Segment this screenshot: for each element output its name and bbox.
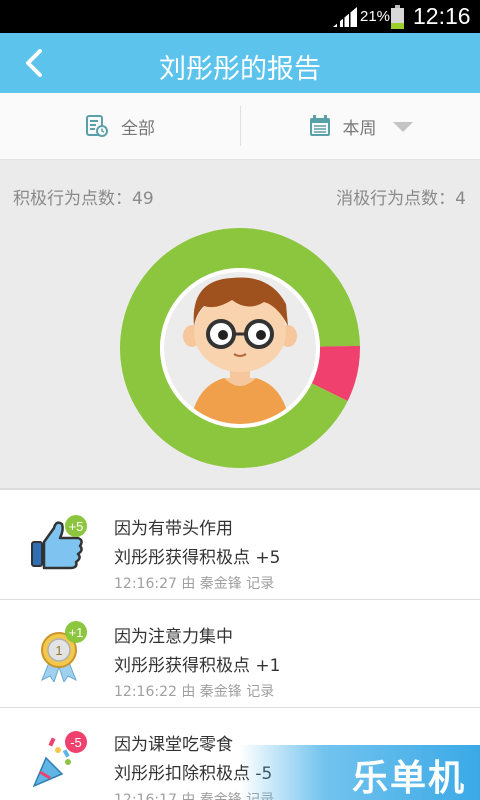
status-bar: 21% 12:16 [0, 0, 480, 33]
category-filter-label: 全部 [121, 118, 155, 139]
behavior-record[interactable]: 1 +1 因为注意力集中 刘彤彤获得积极点 +1 12:16:22 由 秦金锋 … [0, 600, 480, 708]
record-points: 刘彤彤获得积极点 +5 [114, 548, 281, 568]
medal-icon: 1 +1 [41, 621, 87, 682]
svg-text:-5: -5 [70, 735, 82, 750]
page-title: 刘彤彤的报告 [159, 54, 321, 85]
period-filter[interactable]: 本周 [241, 93, 480, 159]
svg-text:1: 1 [55, 643, 62, 658]
svg-text:+1: +1 [69, 625, 84, 640]
calendar-icon [309, 115, 330, 136]
negative-points-count: 消极行为点数：4 [336, 189, 466, 209]
battery-percent: 21% [360, 8, 391, 25]
positive-points-count: 积极行为点数：49 [13, 189, 154, 209]
student-avatar [164, 272, 316, 424]
thumbs-up-icon: +5 [31, 515, 87, 570]
record-meta: 12:16:27 由 秦金锋 记录 [114, 576, 275, 592]
filter-bar: 全部 本周 [0, 93, 480, 160]
battery-icon [391, 5, 404, 29]
nav-bar: 刘彤彤的报告 [0, 33, 480, 93]
records-icon [86, 115, 108, 137]
record-meta: 12:16:22 由 秦金锋 记录 [114, 684, 275, 700]
record-points: 刘彤彤获得积极点 +1 [114, 656, 281, 676]
record-reason: 因为注意力集中 [114, 627, 233, 647]
site-watermark-logo: 乐单机 [240, 745, 480, 800]
watermark-text: 乐单机 [351, 758, 466, 799]
points-donut-chart [120, 228, 360, 468]
clock: 12:16 [413, 3, 471, 29]
party-popper-icon: -5 [32, 731, 87, 788]
period-filter-label: 本周 [342, 118, 377, 139]
signal-icon [333, 7, 357, 27]
dropdown-caret-icon [392, 122, 413, 132]
svg-text:+5: +5 [69, 519, 84, 534]
record-reason: 因为有带头作用 [114, 519, 233, 539]
record-reason: 因为课堂吃零食 [114, 735, 233, 755]
category-filter[interactable]: 全部 [0, 93, 240, 159]
behavior-record[interactable]: +5 因为有带头作用 刘彤彤获得积极点 +5 12:16:27 由 秦金锋 记录 [0, 492, 480, 600]
points-summary: 积极行为点数：49 消极行为点数：4 [0, 160, 480, 490]
